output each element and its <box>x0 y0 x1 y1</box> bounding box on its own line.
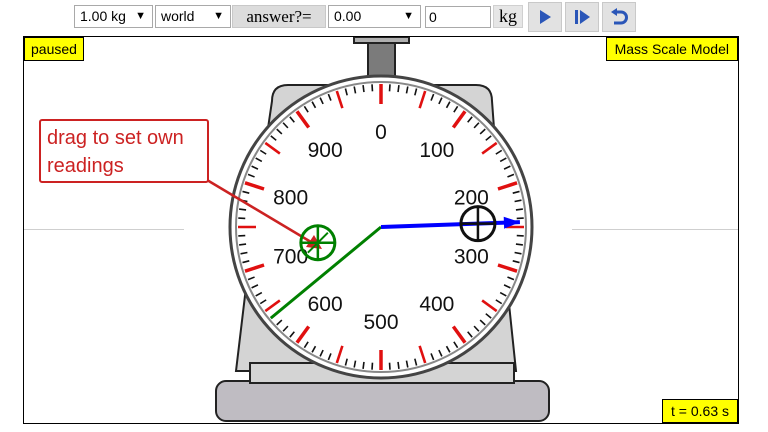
dial-label: 300 <box>454 245 489 268</box>
dial-label: 900 <box>308 139 343 162</box>
model-title: Mass Scale Model <box>605 37 738 61</box>
minor-tick <box>397 85 400 93</box>
answer-select-value: 0.00 <box>334 8 362 24</box>
minor-tick <box>362 361 365 369</box>
toolbar: 1.00 kg ▼ world ▼ answer?= 0.00 ▼ 0 kg <box>0 0 768 36</box>
blue-drag-handle[interactable] <box>459 205 497 243</box>
time-readout: t = 0.63 s <box>662 399 738 423</box>
scale-pan-edge <box>353 37 410 44</box>
callout-line-2: readings <box>47 155 124 177</box>
minor-tick <box>239 243 247 246</box>
dial-label: 600 <box>308 293 343 316</box>
value-input[interactable]: 0 <box>425 6 491 28</box>
dial-label: 100 <box>419 139 454 162</box>
reset-icon <box>611 8 628 25</box>
unit-label: kg <box>493 5 523 28</box>
frame-select[interactable]: world ▼ <box>155 5 231 28</box>
dial-label: 500 <box>363 311 398 334</box>
green-drag-handle[interactable] <box>299 224 337 262</box>
step-button[interactable] <box>565 2 599 32</box>
callout-line-1: drag to set own <box>47 127 184 149</box>
callout-box: drag to set own readings <box>39 119 209 183</box>
dial-label: 0 <box>375 121 387 144</box>
minor-tick <box>515 243 523 246</box>
simulation-stage[interactable]: 0 100 200 300 400 500 600 700 800 900 drag to set… <box>23 36 739 424</box>
dial-label: 800 <box>273 187 308 210</box>
frame-select-value: world <box>161 8 195 24</box>
minor-tick <box>397 361 400 369</box>
minor-tick <box>362 85 365 93</box>
answer-label: answer?= <box>232 5 326 28</box>
play-icon <box>540 10 551 24</box>
minor-tick <box>515 208 523 211</box>
minor-tick <box>239 208 247 211</box>
step-icon <box>575 10 590 24</box>
play-button[interactable] <box>528 2 562 32</box>
answer-select[interactable]: 0.00 ▼ <box>328 5 421 28</box>
status-badge: paused <box>24 37 84 61</box>
chevron-down-icon: ▼ <box>403 10 414 22</box>
scale-scene: 0100200300400500600700800900 <box>201 37 550 422</box>
chevron-down-icon: ▼ <box>213 10 224 22</box>
chevron-down-icon: ▼ <box>135 10 146 22</box>
scale-base <box>215 380 550 422</box>
mass-select[interactable]: 1.00 kg ▼ <box>74 5 153 28</box>
dial-label: 400 <box>419 293 454 316</box>
reset-button[interactable] <box>602 2 636 32</box>
mass-select-value: 1.00 kg <box>80 8 126 24</box>
